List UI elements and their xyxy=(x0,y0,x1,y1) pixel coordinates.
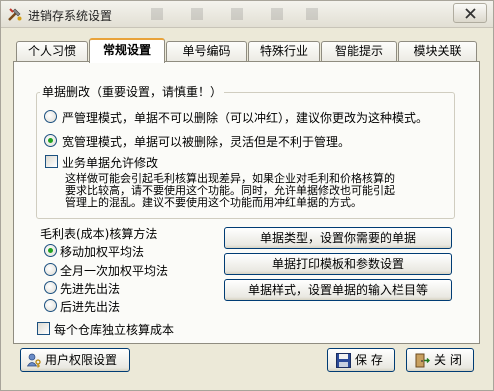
close-button[interactable]: 关 闭 xyxy=(406,348,474,372)
strict-mode-label[interactable]: 严管理模式，单据不可以删除（可以冲红），建议你更改为这种模式。 xyxy=(62,109,428,126)
warning-line: 管理上的混乱。建议不要使用这个功能而用冲红单据的方式。 xyxy=(65,196,362,209)
moving-average-radio[interactable] xyxy=(44,244,57,257)
tab-special-industry[interactable]: 特殊行业 xyxy=(248,41,320,61)
tab-label: 个人习惯 xyxy=(27,44,76,58)
close-icon xyxy=(465,8,476,19)
tab-label: 智能提示 xyxy=(334,44,383,58)
allow-modify-label[interactable]: 业务单据允许修改 xyxy=(62,154,158,171)
doc-types-button-label: 单据类型，设置你需要的单据 xyxy=(259,231,416,245)
doc-types-button[interactable]: 单据类型，设置你需要的单据 xyxy=(224,227,452,249)
save-button[interactable]: 保 存 xyxy=(327,348,395,372)
user-permissions-button-label: 用户权限设置 xyxy=(45,353,118,367)
window-title: 进销存系统设置 xyxy=(28,9,113,23)
per-warehouse-label[interactable]: 每个仓库独立核算成本 xyxy=(54,321,174,338)
print-templates-button-label: 单据打印模板和参数设置 xyxy=(271,257,404,271)
lifo-radio[interactable] xyxy=(44,299,57,312)
tab-label: 常规设置 xyxy=(102,43,151,57)
close-button-label: 关 闭 xyxy=(434,353,462,367)
lifo-label[interactable]: 后进先出法 xyxy=(60,298,120,315)
per-warehouse-checkbox[interactable] xyxy=(37,322,50,335)
doc-edit-group-title: 单据删改（重要设置，请慎重！） xyxy=(40,83,225,100)
tab-personal-habits[interactable]: 个人习惯 xyxy=(16,41,88,61)
tab-general-settings[interactable]: 常规设置 xyxy=(89,38,165,63)
monthly-average-radio[interactable] xyxy=(44,263,57,276)
tab-module-links[interactable]: 模块关联 xyxy=(398,41,477,61)
tab-label: 单号编码 xyxy=(182,44,231,58)
save-button-label: 保 存 xyxy=(355,353,383,367)
tab-label: 模块关联 xyxy=(413,44,462,58)
fifo-label[interactable]: 先进先出法 xyxy=(60,280,120,297)
loose-mode-radio[interactable] xyxy=(44,134,57,147)
title-bar[interactable]: 进销存系统设置 xyxy=(1,1,493,28)
tools-icon xyxy=(8,8,22,21)
strict-mode-radio[interactable] xyxy=(44,110,57,123)
print-templates-button[interactable]: 单据打印模板和参数设置 xyxy=(224,253,452,275)
settings-window: 进销存系统设置 个人习惯 常规设置 单号编码 特殊行业 智能提示 模块关联 单据… xyxy=(0,0,494,391)
user-key-icon xyxy=(27,353,41,368)
cost-method-title: 毛利表(成本)核算方法 xyxy=(40,227,158,241)
user-permissions-button[interactable]: 用户权限设置 xyxy=(20,348,130,372)
fifo-radio[interactable] xyxy=(44,281,57,294)
floppy-disk-icon xyxy=(336,353,351,368)
exit-door-icon xyxy=(415,353,430,368)
doc-style-button-label: 单据样式，设置单据的输入栏目等 xyxy=(247,283,428,297)
doc-style-button[interactable]: 单据样式，设置单据的输入栏目等 xyxy=(224,279,452,301)
moving-average-label[interactable]: 移动加权平均法 xyxy=(60,243,144,260)
tab-label: 特殊行业 xyxy=(259,44,308,58)
close-window-button[interactable] xyxy=(453,3,487,23)
modify-warning-text: 这样做可能会引起毛利核算出现差异，如果企业对毛利和价格核算的 要求比较高，请不要… xyxy=(65,173,437,209)
faded-toolbar-icons xyxy=(151,8,318,20)
monthly-average-label[interactable]: 全月一次加权平均法 xyxy=(60,262,168,279)
allow-modify-checkbox[interactable] xyxy=(45,155,58,168)
tab-doc-numbering[interactable]: 单号编码 xyxy=(166,41,247,61)
tab-smart-tips[interactable]: 智能提示 xyxy=(321,41,397,61)
loose-mode-label[interactable]: 宽管理模式，单据可以被删除，灵活但是不利于管理。 xyxy=(62,133,350,150)
